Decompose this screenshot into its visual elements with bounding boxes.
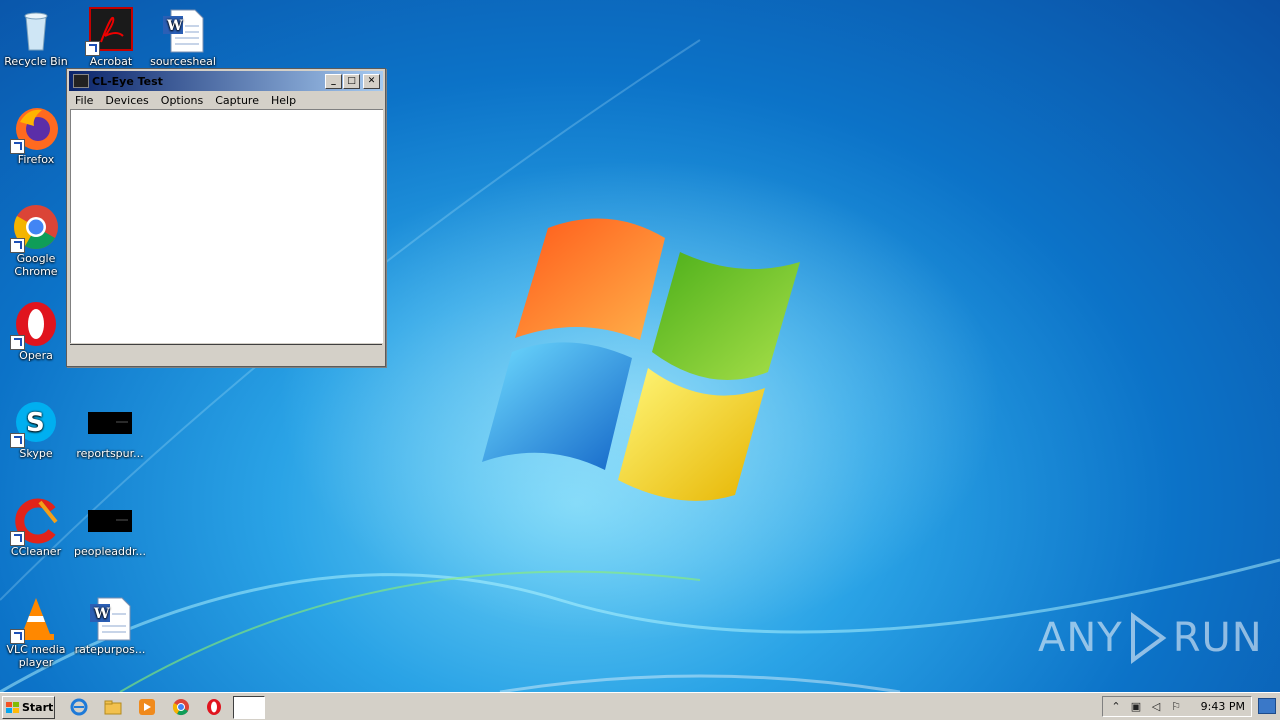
flag-icon[interactable]: ⚐ <box>1169 700 1183 714</box>
recycle-bin-icon <box>12 6 60 54</box>
desktop-icon-label: Skype <box>19 447 53 460</box>
opera-icon <box>10 300 60 350</box>
shortcut-arrow-icon <box>10 335 25 350</box>
menu-options[interactable]: Options <box>155 94 209 107</box>
status-bar <box>70 344 382 363</box>
desktop-icon-label: CCleaner <box>10 545 62 558</box>
console-file-icon <box>86 398 134 446</box>
camera-app-icon <box>73 74 89 88</box>
window-titlebar[interactable]: CL-Eye Test _ □ ✕ <box>69 71 383 91</box>
skype-icon: S <box>10 398 60 448</box>
desktop-icon-label: Acrobat <box>89 55 133 68</box>
chrome-taskbar-icon[interactable] <box>172 698 190 716</box>
close-button[interactable]: ✕ <box>363 73 380 89</box>
desktop-icon-label: ratepurpos... <box>74 643 146 656</box>
svg-text:W: W <box>93 606 110 622</box>
menu-bar: File Devices Options Capture Help <box>67 91 385 110</box>
desktop-icon-sourcesheal[interactable]: W sourcesheal <box>147 6 219 68</box>
desktop-icon-ccleaner[interactable]: CCleaner <box>0 496 72 558</box>
system-tray: ⌃ ▣ ◁ ⚐ 9:43 PM <box>1102 696 1252 717</box>
desktop-icon-label: VLC media player <box>6 643 66 669</box>
desktop-icon-label: sourcesheal <box>150 55 216 68</box>
desktop-icon-opera[interactable]: Opera <box>0 300 72 362</box>
desktop-icon-recycle-bin[interactable]: Recycle Bin <box>0 6 72 68</box>
chevron-up-icon[interactable]: ⌃ <box>1109 700 1123 714</box>
word-document-icon: W <box>86 594 134 642</box>
desktop-icon-acrobat[interactable]: Acrobat <box>75 6 147 68</box>
menu-file[interactable]: File <box>69 94 99 107</box>
shortcut-arrow-icon <box>10 629 25 644</box>
shortcut-arrow-icon <box>10 433 25 448</box>
taskbar-window-button[interactable] <box>233 696 265 719</box>
svg-text:W: W <box>166 18 183 34</box>
volume-icon[interactable]: ◁ <box>1149 700 1163 714</box>
shortcut-arrow-icon <box>85 41 100 56</box>
watermark-right-text: RUN <box>1172 615 1263 661</box>
windows-flag-icon <box>6 701 20 714</box>
desktop-icon-label: Recycle Bin <box>4 55 68 68</box>
cl-eye-test-window[interactable]: CL-Eye Test _ □ ✕ File Devices Options C… <box>66 68 386 367</box>
console-file-icon <box>86 496 134 544</box>
taskbar: Start ⌃ ▣ ◁ ⚐ 9:43 PM <box>0 692 1280 720</box>
network-icon[interactable]: ▣ <box>1129 700 1143 714</box>
file-explorer-icon[interactable] <box>104 698 122 716</box>
anyrun-watermark: ANY RUN <box>1038 612 1263 664</box>
desktop-icon-google-chrome[interactable]: Google Chrome <box>0 203 72 278</box>
desktop-icon-reportspur[interactable]: reportspur... <box>74 398 146 460</box>
opera-taskbar-icon[interactable] <box>205 698 223 716</box>
desktop-icon-label: Google Chrome <box>14 252 58 278</box>
watermark-left-text: ANY <box>1038 615 1123 661</box>
ccleaner-icon <box>10 496 60 546</box>
media-player-icon[interactable] <box>138 698 156 716</box>
video-client-area[interactable] <box>70 109 383 343</box>
clock[interactable]: 9:43 PM <box>1201 700 1245 713</box>
desktop-icon-ratepurpose[interactable]: W ratepurpos... <box>74 594 146 656</box>
window-title: CL-Eye Test <box>92 74 163 88</box>
vlc-icon <box>10 594 60 644</box>
play-logo-icon <box>1130 612 1167 664</box>
show-desktop-button[interactable] <box>1258 698 1276 714</box>
menu-devices[interactable]: Devices <box>99 94 154 107</box>
menu-capture[interactable]: Capture <box>209 94 265 107</box>
desktop-icon-label: Firefox <box>17 153 55 166</box>
desktop-icon-vlc[interactable]: VLC media player <box>0 594 72 669</box>
svg-text:S: S <box>26 408 45 438</box>
menu-help[interactable]: Help <box>265 94 302 107</box>
shortcut-arrow-icon <box>10 238 25 253</box>
desktop-icon-peopleaddr[interactable]: peopleaddr... <box>74 496 146 558</box>
desktop-icon-skype[interactable]: S Skype <box>0 398 72 460</box>
start-button[interactable]: Start <box>2 696 55 719</box>
desktop-icon-firefox[interactable]: Firefox <box>0 104 72 166</box>
desktop-icon-label: peopleaddr... <box>74 545 146 558</box>
chrome-icon <box>10 203 60 253</box>
shortcut-arrow-icon <box>10 139 25 154</box>
maximize-button[interactable]: □ <box>343 73 360 89</box>
start-label: Start <box>22 701 54 714</box>
minimize-button[interactable]: _ <box>325 73 342 89</box>
shortcut-arrow-icon <box>10 531 25 546</box>
desktop-icon-label: Opera <box>19 349 53 362</box>
firefox-icon <box>10 104 60 154</box>
desktop-icon-label: reportspur... <box>76 447 144 460</box>
acrobat-icon <box>85 6 135 56</box>
word-document-icon: W <box>159 6 207 54</box>
internet-explorer-icon[interactable] <box>70 698 88 716</box>
